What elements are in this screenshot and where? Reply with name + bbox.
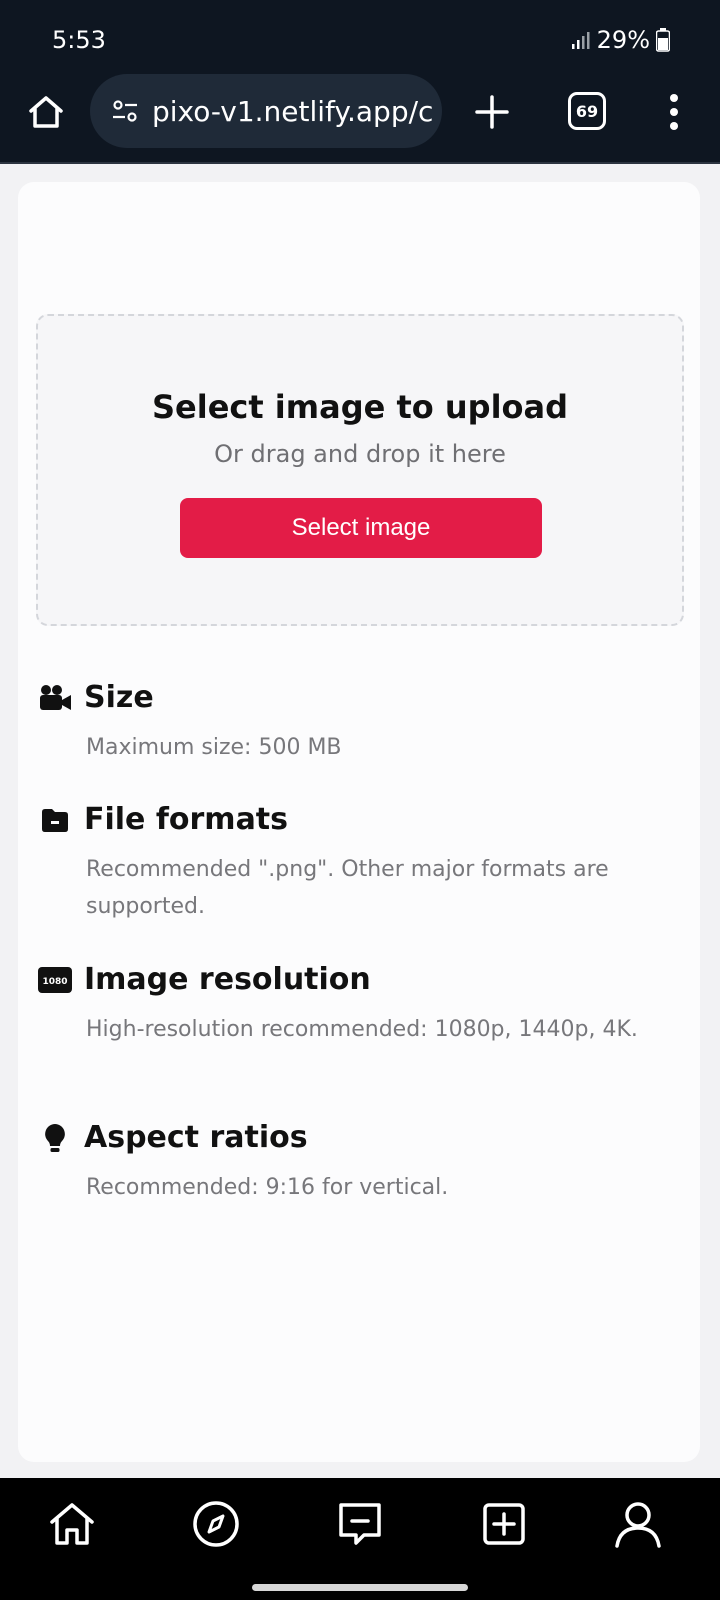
resolution-icon-text: 1080 <box>42 977 67 987</box>
info-desc: Recommended: 9:16 for vertical. <box>86 1175 449 1200</box>
info-desc: Maximum size: 500 MB <box>86 735 342 760</box>
info-title: Size <box>84 680 154 715</box>
profile-icon[interactable] <box>612 1498 664 1550</box>
url-bar[interactable]: pixo-v1.netlify.app/c <box>90 74 442 148</box>
select-image-button[interactable]: Select image <box>180 498 542 558</box>
info-aspect-ratios: Aspect ratios Recommended: 9:16 for vert… <box>38 1120 678 1206</box>
home-icon[interactable] <box>26 92 66 132</box>
info-title: Image resolution <box>84 962 371 997</box>
gesture-handle <box>252 1584 468 1591</box>
new-tab-icon[interactable] <box>472 92 512 132</box>
browser-toolbar: pixo-v1.netlify.app/c 69 <box>0 72 720 164</box>
info-size: Size Maximum size: 500 MB <box>38 680 678 766</box>
info-desc: Recommended ".png". Other major formats … <box>86 857 609 919</box>
upload-dropzone[interactable]: Select image to upload Or drag and drop … <box>36 314 684 626</box>
tab-switcher-button[interactable]: 69 <box>568 92 606 130</box>
info-title: File formats <box>84 802 289 837</box>
bottom-nav <box>0 1478 720 1600</box>
home-icon[interactable] <box>46 1498 98 1550</box>
lightbulb-icon <box>38 1121 72 1155</box>
info-image-resolution: 1080 Image resolution High-resolution re… <box>38 962 678 1048</box>
tab-count: 69 <box>575 101 599 121</box>
info-desc: High-resolution recommended: 1080p, 1440… <box>86 1017 638 1042</box>
status-right: 29% <box>571 26 670 54</box>
battery-icon <box>656 28 670 52</box>
status-time: 5:53 <box>52 26 106 54</box>
status-bar: 5:53 29% <box>0 0 720 72</box>
url-text[interactable]: pixo-v1.netlify.app/c <box>152 95 433 128</box>
info-title: Aspect ratios <box>84 1120 308 1155</box>
compass-icon[interactable] <box>190 1498 242 1550</box>
resolution-1080-icon: 1080 <box>38 963 72 997</box>
folder-icon <box>38 803 72 837</box>
video-camera-icon <box>38 681 72 715</box>
signal-icon <box>571 32 590 49</box>
upload-subtitle: Or drag and drop it here <box>214 440 506 468</box>
site-settings-icon[interactable] <box>110 96 140 126</box>
add-icon[interactable] <box>478 1498 530 1550</box>
upload-title: Select image to upload <box>151 388 569 426</box>
battery-percent: 29% <box>596 26 650 54</box>
feedback-icon[interactable] <box>334 1498 386 1550</box>
info-file-formats: File formats Recommended ".png". Other m… <box>38 802 678 925</box>
more-menu-icon[interactable] <box>662 90 686 134</box>
content-card: Select image to upload Or drag and drop … <box>18 182 700 1462</box>
